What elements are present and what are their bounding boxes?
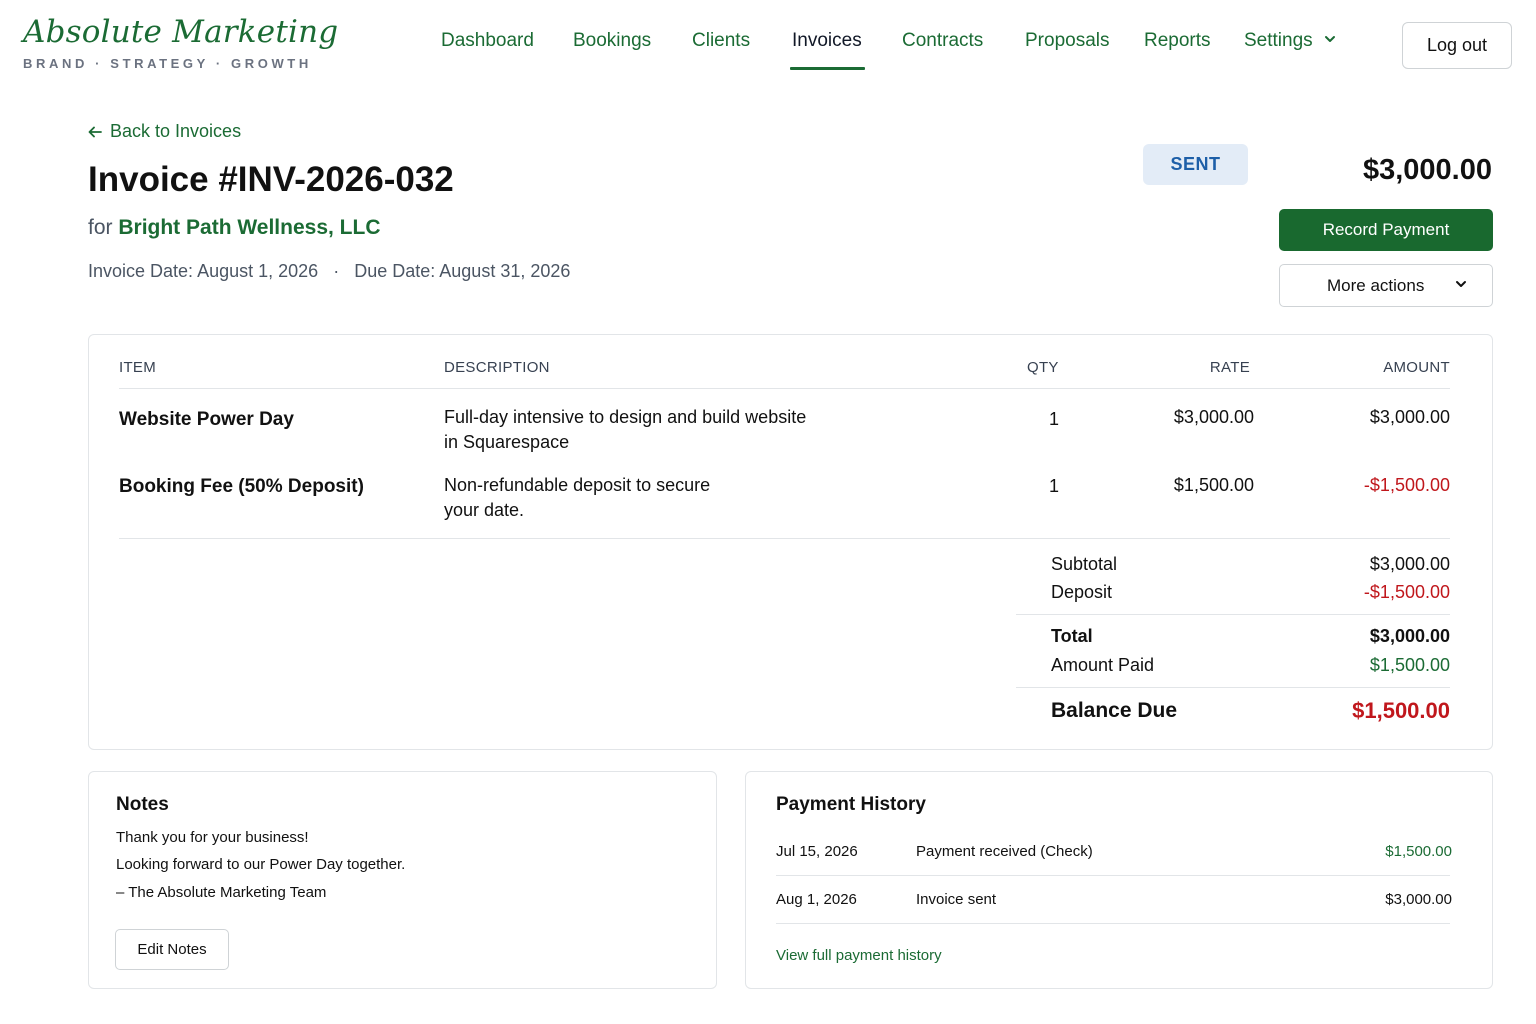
amount-paid-label: Amount Paid — [1051, 655, 1155, 675]
payment-history-title: Payment History — [776, 794, 926, 815]
logout-button[interactable]: Log out — [1402, 22, 1512, 69]
client-link[interactable]: Bright Path Wellness, LLC — [118, 216, 380, 239]
for-prefix: for — [88, 216, 113, 239]
note-line: Thank you for your business! — [116, 829, 309, 846]
back-to-invoices-link[interactable]: Back to Invoices — [88, 121, 241, 142]
header-divider — [119, 388, 1450, 389]
nav-item-label: Bookings — [573, 30, 652, 51]
line-item-name: Booking Fee (50% Deposit) — [119, 476, 364, 497]
column-header-description: DESCRIPTION — [444, 359, 550, 376]
deposit-label: Deposit — [1051, 582, 1113, 602]
invoice-date-value: August 1, 2026 — [197, 261, 319, 281]
payment-row-divider — [776, 923, 1450, 924]
line-item-description: Non-refundable deposit to secure — [444, 475, 711, 495]
line-item-rate: $1,500.00 — [1173, 475, 1254, 495]
brand-tagline: BRAND · STRATEGY · GROWTH — [23, 56, 312, 71]
notes-title: Notes — [116, 794, 169, 815]
date-separator: · — [333, 261, 340, 281]
chevron-down-icon — [1324, 36, 1335, 43]
nav-item-reports[interactable]: Reports — [1144, 30, 1211, 70]
invoice-dates: Invoice Date: August 1, 2026 · Due Date:… — [88, 261, 570, 282]
line-item-name: Website Power Day — [119, 409, 294, 430]
nav-item-label: Reports — [1144, 30, 1211, 51]
payment-date: Aug 1, 2026 — [776, 891, 857, 908]
nav-item-label: Proposals — [1025, 30, 1110, 51]
nav-item-bookings[interactable]: Bookings — [573, 30, 651, 70]
nav-item-contracts[interactable]: Contracts — [902, 30, 983, 70]
edit-notes-button[interactable]: Edit Notes — [115, 929, 229, 970]
nav-item-label: Clients — [692, 30, 751, 51]
line-item-rate: $3,000.00 — [1173, 407, 1254, 427]
payment-history-row: Aug 1, 2026 Invoice sent $3,000.00 — [776, 891, 1452, 939]
balance-due-label: Balance Due — [1051, 699, 1178, 722]
nav-item-clients[interactable]: Clients — [692, 30, 750, 70]
status-badge: SENT — [1143, 144, 1248, 185]
payment-description: Invoice sent — [916, 891, 997, 908]
invoice-total-amount: $3,000.00 — [1362, 154, 1492, 186]
note-line: Looking forward to our Power Day togethe… — [116, 856, 406, 873]
column-header-qty: QTY — [1027, 359, 1059, 376]
line-item-description-cont: your date. — [444, 500, 525, 520]
notes-card: Notes Thank you for your business! Looki… — [88, 771, 717, 989]
payment-history-card: Payment History Jul 15, 2026 Payment rec… — [745, 771, 1493, 989]
nav-item-label: Contracts — [902, 30, 984, 51]
more-actions-label: More actions — [1327, 275, 1425, 295]
brand-name: Absolute Marketing — [23, 14, 339, 50]
nav-item-label: Settings — [1244, 30, 1313, 51]
invoice-items-card: ITEM DESCRIPTION QTY RATE AMOUNT Website… — [88, 334, 1493, 750]
invoice-date-label: Invoice Date: — [88, 261, 194, 281]
record-payment-button[interactable]: Record Payment — [1279, 209, 1493, 251]
page-title: Invoice #INV-2026-032 — [88, 160, 454, 199]
line-item-amount: -$1,500.00 — [1363, 475, 1450, 495]
subtotal-value: $3,000.00 — [1369, 554, 1450, 574]
nav-item-settings[interactable]: Settings — [1244, 30, 1336, 70]
client-line: for Bright Path Wellness, LLC — [88, 216, 381, 240]
note-line: – The Absolute Marketing Team — [116, 884, 327, 901]
line-item-description-cont: in Squarespace — [444, 432, 570, 452]
nav-item-label: Invoices — [792, 30, 862, 51]
column-header-rate: RATE — [1209, 359, 1250, 376]
items-divider — [119, 538, 1450, 539]
due-date-value: August 31, 2026 — [439, 261, 571, 281]
amount-paid-value: $1,500.00 — [1369, 655, 1450, 675]
payment-description: Payment received (Check) — [916, 843, 1093, 860]
total-value: $3,000.00 — [1369, 626, 1450, 646]
payment-amount: $1,500.00 — [1385, 843, 1452, 860]
column-header-amount: AMOUNT — [1383, 359, 1450, 376]
top-header: Absolute Marketing BRAND · STRATEGY · GR… — [0, 0, 1536, 90]
payment-row-divider — [776, 875, 1450, 876]
nav-item-dashboard[interactable]: Dashboard — [441, 30, 534, 70]
nav-item-invoices[interactable]: Invoices — [790, 30, 865, 70]
payment-amount: $3,000.00 — [1385, 891, 1452, 908]
line-item-qty: 1 — [1049, 409, 1060, 429]
subtotal-label: Subtotal — [1051, 554, 1118, 574]
payment-date: Jul 15, 2026 — [776, 843, 858, 860]
line-item-amount: $3,000.00 — [1369, 407, 1450, 427]
chevron-down-icon — [1456, 281, 1466, 287]
column-header-item: ITEM — [119, 359, 157, 376]
line-item-qty: 1 — [1049, 476, 1060, 496]
payment-history-row: Jul 15, 2026 Payment received (Check) $1… — [776, 843, 1452, 891]
totals-divider — [1016, 614, 1450, 615]
arrow-left-icon — [88, 126, 102, 137]
line-item-description: Full-day intensive to design and build w… — [444, 407, 807, 427]
back-link-label: Back to Invoices — [110, 121, 242, 141]
balance-due-value: $1,500.00 — [1352, 698, 1450, 723]
due-date-label: Due Date: — [354, 261, 436, 281]
view-payment-history-link[interactable]: View full payment history — [776, 947, 942, 964]
deposit-value: -$1,500.00 — [1363, 582, 1450, 602]
brand-logo[interactable]: Absolute Marketing BRAND · STRATEGY · GR… — [23, 14, 338, 71]
balance-divider — [1016, 687, 1450, 688]
nav-item-proposals[interactable]: Proposals — [1025, 30, 1110, 70]
more-actions-dropdown[interactable]: More actions — [1279, 264, 1493, 307]
total-label: Total — [1051, 626, 1093, 646]
nav-item-label: Dashboard — [441, 30, 534, 51]
